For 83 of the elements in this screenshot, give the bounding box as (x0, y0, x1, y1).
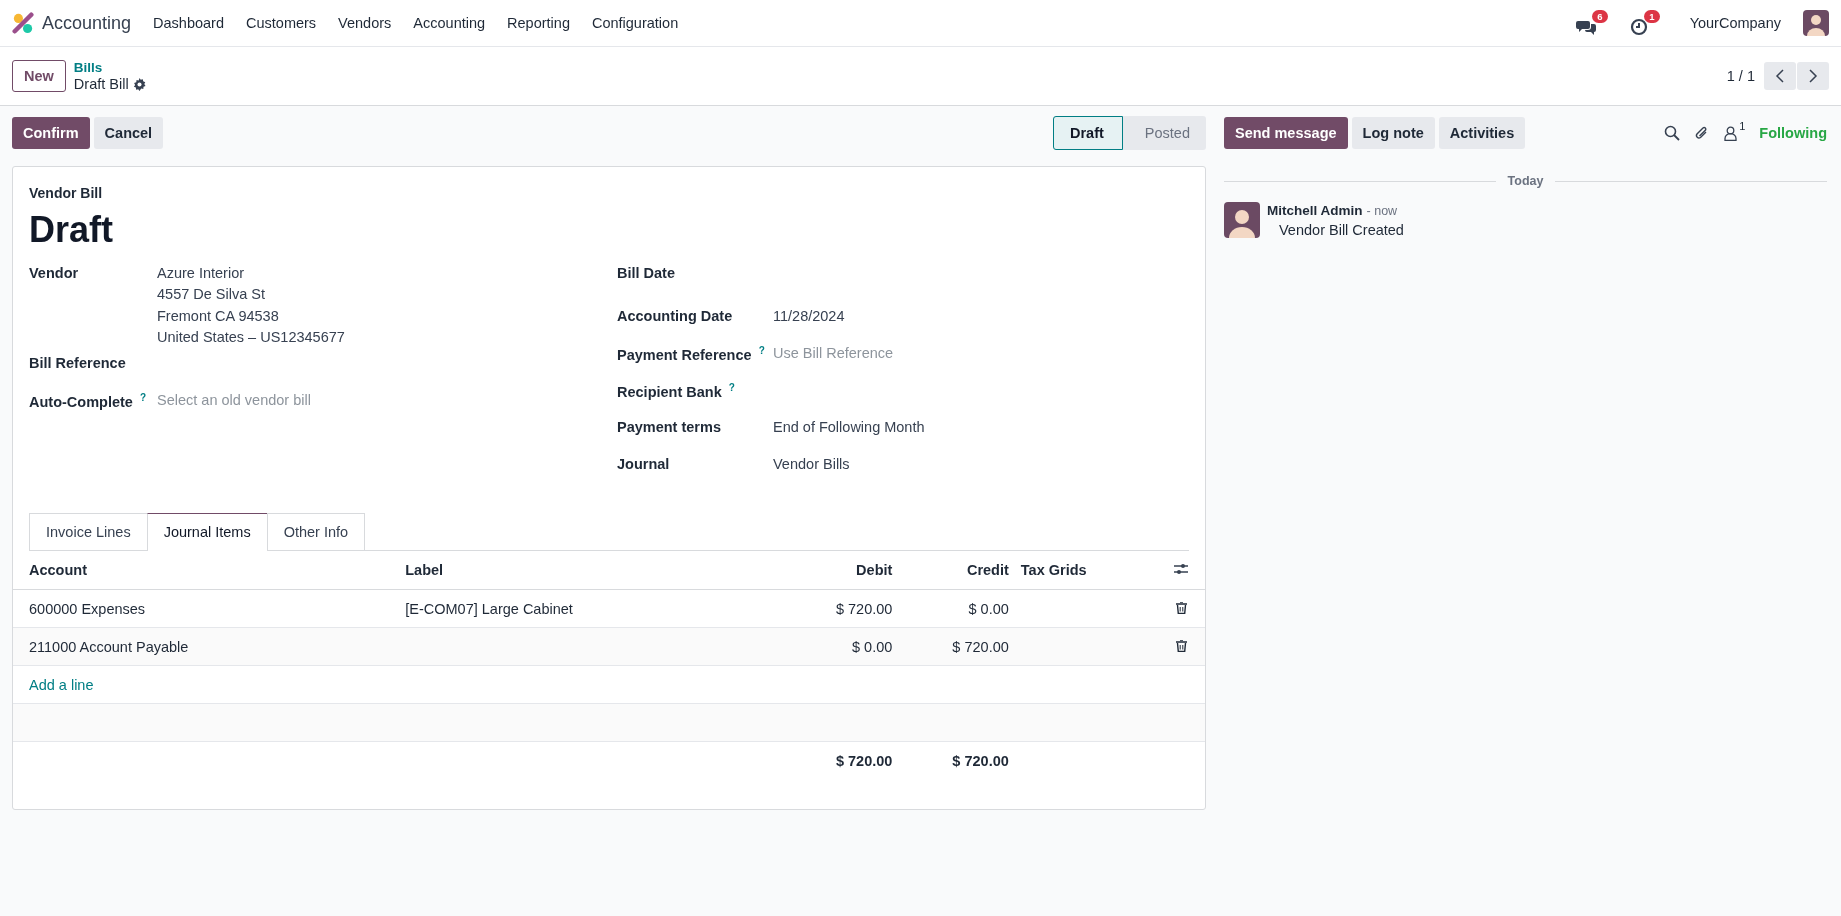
table-cell: $ 720.00 (952, 638, 1009, 655)
chat-bubbles-icon (1575, 18, 1596, 36)
status-stage[interactable]: Posted (1122, 116, 1206, 150)
sliders-icon[interactable] (1174, 563, 1189, 575)
field-label: Vendor (29, 265, 79, 281)
table-cell: [E-COM07] Large Cabinet (405, 600, 573, 617)
new-button[interactable]: New (12, 60, 66, 92)
trash-icon[interactable] (1175, 639, 1187, 652)
field-value[interactable]: End of Following Month (773, 419, 925, 435)
field-label: Bill Reference (29, 354, 126, 371)
help-tooltip[interactable]: ? (139, 391, 147, 403)
notification-badge: 6 (1592, 10, 1608, 23)
field-label: Auto-Complete (29, 393, 133, 410)
author-avatar-icon (1224, 202, 1260, 238)
record-title: Draft Bill (73, 76, 129, 93)
menu-item[interactable]: Customers (246, 15, 317, 31)
column-header[interactable]: Account (29, 562, 87, 578)
message-text: Vendor Bill Created (1278, 221, 1405, 240)
chatter-button[interactable]: Send message (1224, 117, 1348, 149)
document-type: Vendor Bill (28, 185, 104, 201)
date-separator: Today (1507, 174, 1544, 188)
table-cell: $ 720.00 (835, 600, 893, 617)
person-icon (1724, 125, 1738, 141)
previous-button[interactable] (1764, 62, 1796, 90)
search-icon[interactable] (1664, 125, 1681, 141)
document-title: Draft (29, 209, 114, 251)
chevron-left-icon (1775, 69, 1785, 83)
messages-button[interactable]: 6 (1575, 10, 1608, 36)
address-line: Fremont CA 94538 (157, 306, 280, 326)
user-avatar-icon[interactable] (1803, 10, 1829, 36)
app-name[interactable]: Accounting (42, 12, 132, 34)
chatter-button[interactable]: Activities (1438, 117, 1526, 149)
chevron-right-icon (1808, 69, 1818, 83)
address-line: Azure Interior (157, 265, 246, 282)
menu-item[interactable]: Configuration (591, 15, 679, 31)
help-tooltip[interactable]: ? (728, 382, 735, 393)
column-header[interactable]: Label (405, 562, 444, 578)
notification-badge: 1 (1644, 10, 1660, 23)
menu-item[interactable]: Dashboard (153, 15, 224, 31)
next-button[interactable] (1797, 62, 1829, 90)
field-label: Bill Date (617, 265, 675, 281)
app-logo-icon[interactable] (12, 12, 34, 34)
company-switcher[interactable]: YourCompany (1689, 15, 1781, 31)
notebook-tab[interactable]: Invoice Lines (29, 513, 148, 550)
menu-item[interactable]: Reporting (507, 15, 570, 31)
activity-clock-button[interactable]: 1 (1629, 10, 1660, 36)
message-time: - now (1366, 204, 1398, 218)
field-value[interactable]: Vendor Bills (773, 456, 850, 472)
action-button[interactable]: Cancel (93, 117, 164, 149)
total-amount: $ 720.00 (952, 752, 1009, 769)
status-stage[interactable]: Draft (1053, 116, 1123, 150)
table-cell: $ 0.00 (968, 600, 1009, 617)
table-cell: 600000 Expenses (29, 600, 146, 617)
input-field[interactable]: Use Bill Reference (773, 345, 1033, 361)
gear-icon[interactable] (132, 78, 146, 91)
message-author: Mitchell Admin (1267, 203, 1363, 218)
notebook-tab[interactable]: Other Info (266, 513, 366, 550)
column-header[interactable]: Tax Grids (1020, 562, 1087, 578)
chatter-button[interactable]: Log note (1351, 117, 1435, 149)
table-cell: $ 0.00 (852, 638, 893, 655)
column-header[interactable]: Debit (856, 562, 893, 578)
field-value[interactable]: 11/28/2024 (773, 308, 845, 324)
input-field[interactable]: Select an old vendor bill (157, 391, 417, 408)
trash-icon[interactable] (1175, 601, 1187, 614)
field-label: Recipient Bank (617, 383, 722, 400)
field-label: Payment terms (617, 419, 721, 435)
help-tooltip[interactable]: ? (758, 345, 765, 356)
pager-value: 1 / 1 (1726, 68, 1755, 84)
field-label: Accounting Date (617, 308, 733, 324)
total-amount: $ 720.00 (835, 752, 893, 769)
column-header[interactable]: Credit (966, 562, 1009, 578)
menu-item[interactable]: Vendors (338, 15, 392, 31)
field-label: Payment Reference (617, 346, 752, 363)
clock-icon (1629, 18, 1648, 36)
notebook-tab[interactable]: Journal Items (146, 513, 268, 551)
add-line-link[interactable]: Add a line (29, 676, 94, 693)
action-button[interactable]: Confirm (12, 117, 90, 149)
address-line: 4557 De Silva St (157, 285, 266, 304)
menu-item[interactable]: Accounting (413, 15, 486, 31)
field-label: Journal (617, 456, 670, 472)
breadcrumb-link[interactable]: Bills (73, 59, 146, 76)
address-line: United States – US12345677 (157, 328, 346, 347)
table-cell: 211000 Account Payable (29, 638, 189, 655)
